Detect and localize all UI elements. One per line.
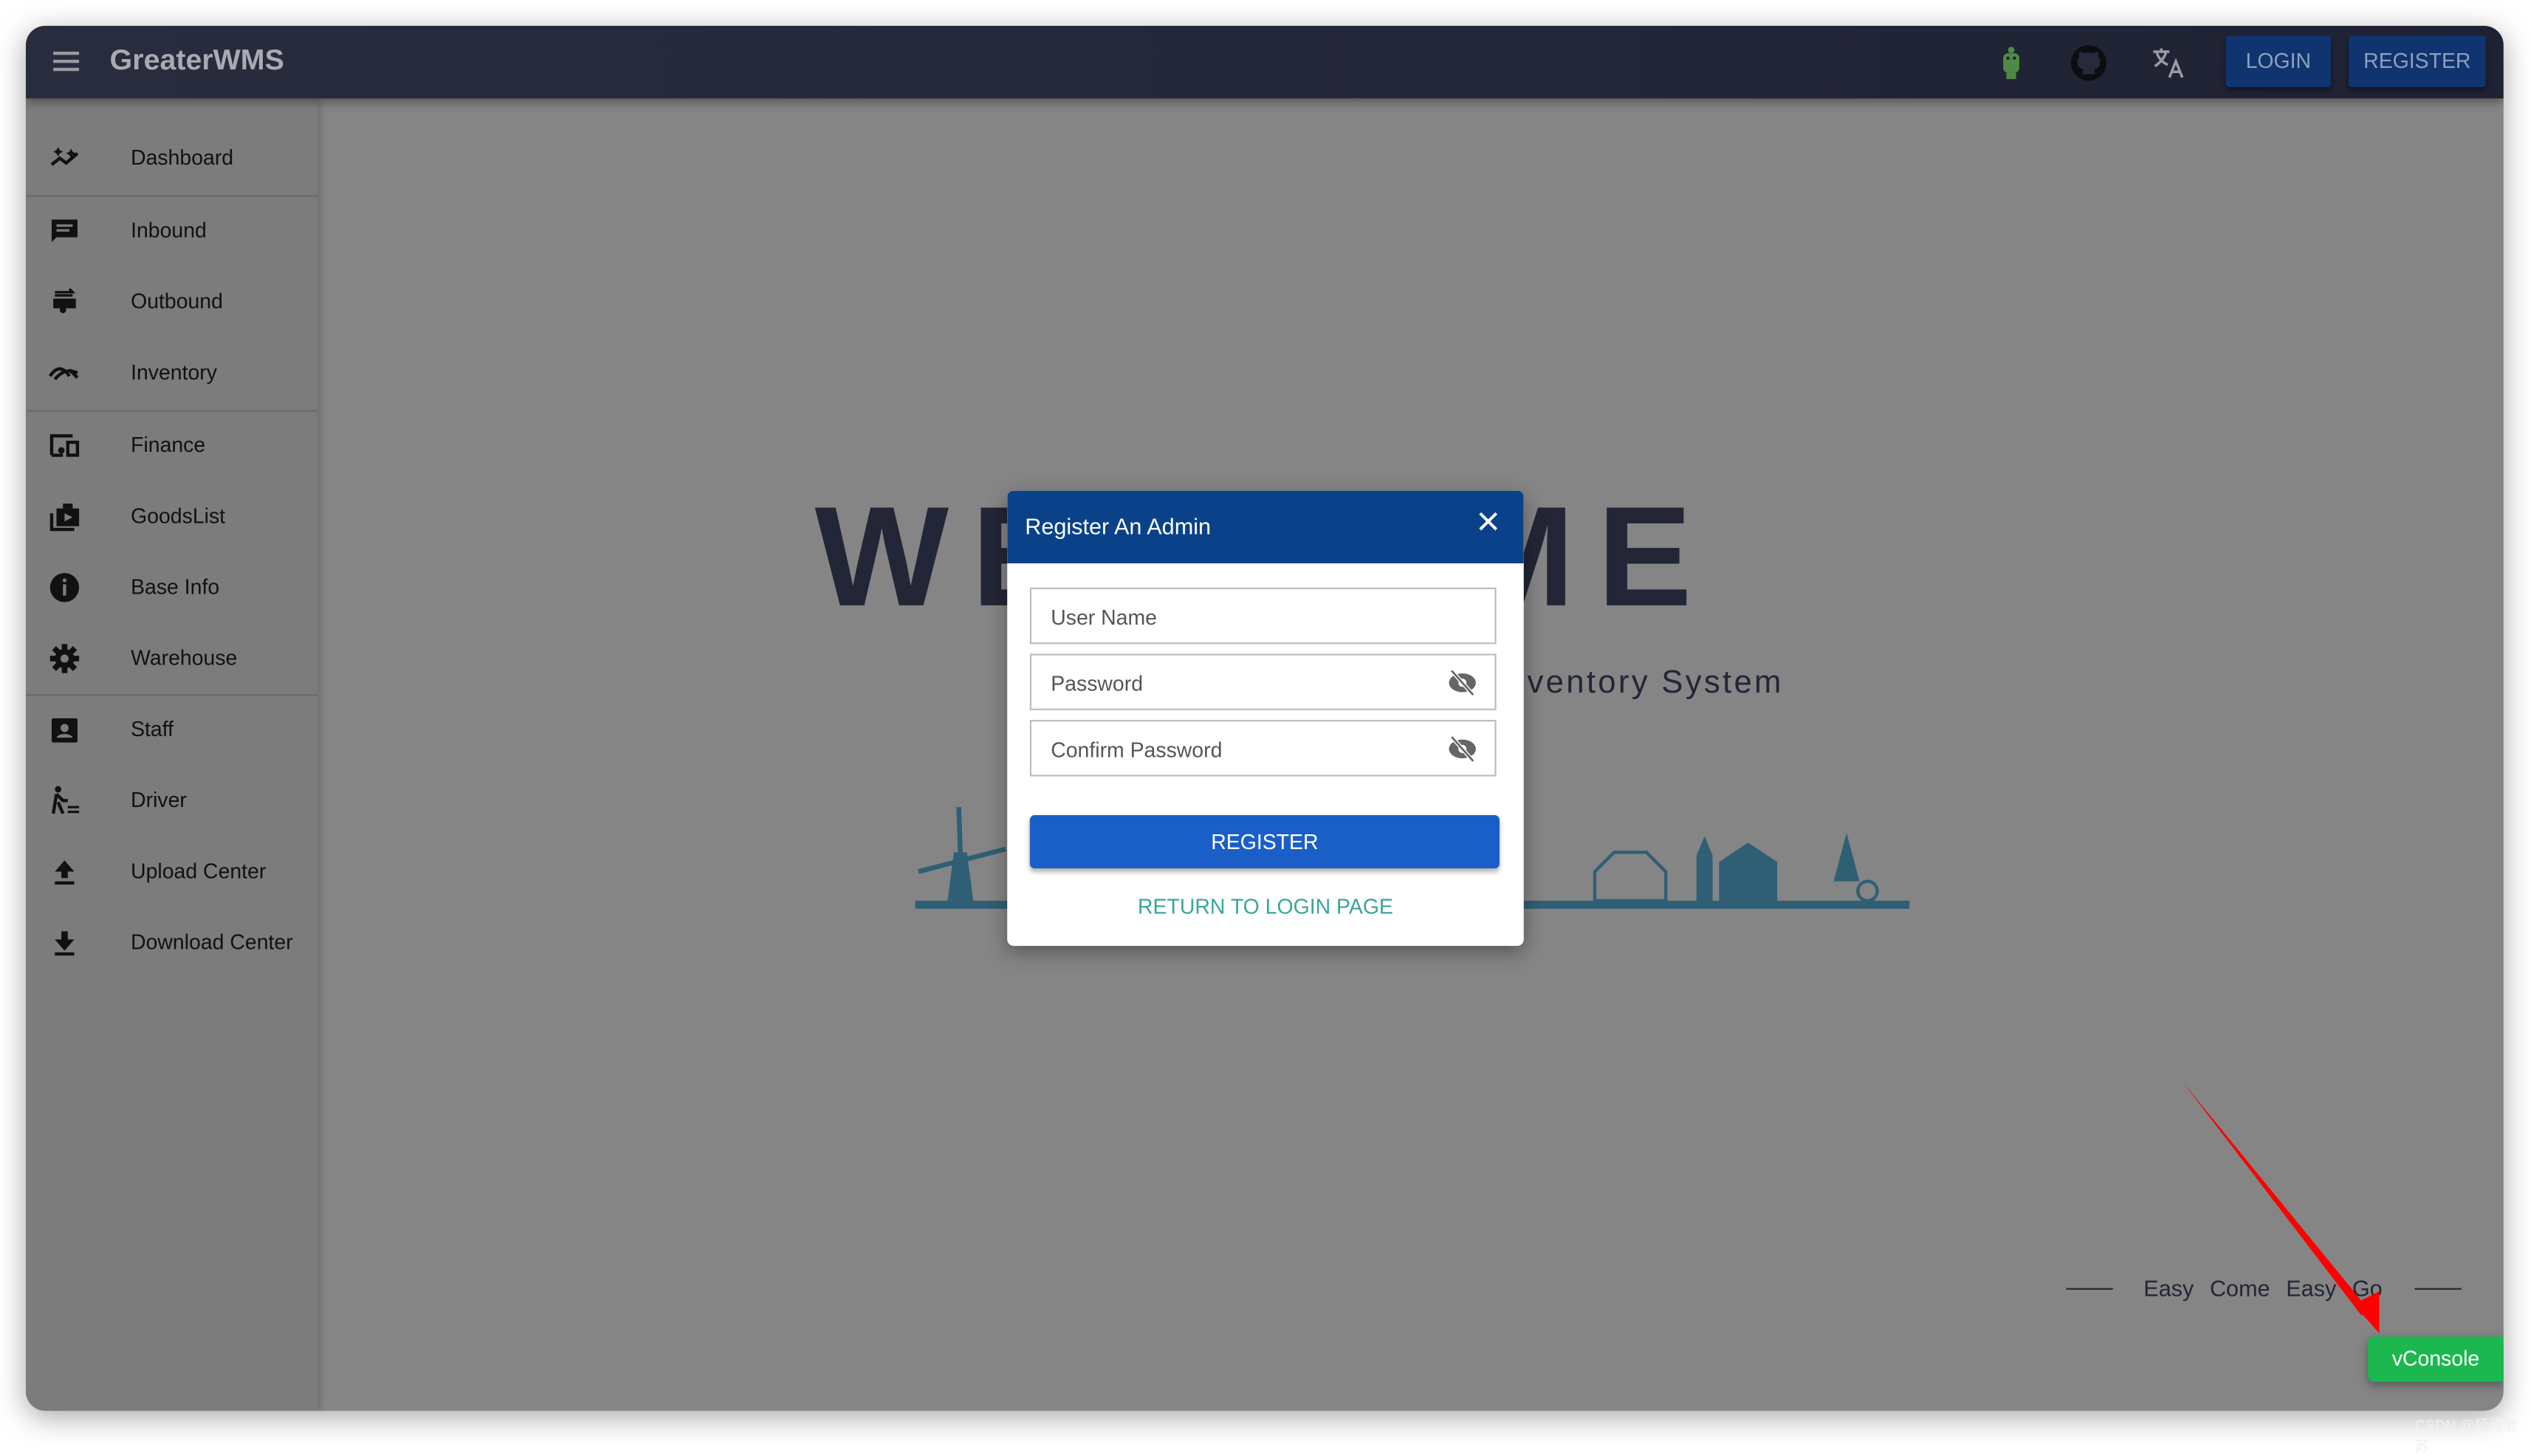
sidebar-divider (25, 410, 318, 412)
confirm-password-field (1029, 720, 1497, 778)
sidebar-item-label: Driver (131, 787, 187, 812)
watermark: CSDN @杨浦老苏 (2414, 1417, 2518, 1455)
footer-slogan: Easy Come Easy Go (2066, 1272, 2463, 1308)
sidebar-item-label: Staff (131, 716, 174, 741)
goods-icon (49, 504, 80, 532)
sidebar-divider (25, 694, 318, 696)
sidebar-item-upload-center[interactable]: Upload Center (26, 839, 318, 904)
return-to-login-link[interactable]: RETURN TO LOGIN PAGE (1007, 894, 1524, 918)
sidebar-item-label: Inventory (131, 360, 218, 385)
badge-icon (51, 718, 78, 743)
divider (2066, 1288, 2113, 1290)
register-admin-dialog: Register An Admin REGISTER RETURN TO LOG… (1007, 490, 1524, 947)
sidebar-item-label: Base Info (131, 574, 220, 600)
sidebar-item-driver[interactable]: Driver (26, 769, 318, 833)
confirm-password-input[interactable] (1047, 721, 1442, 778)
sidebar-item-dashboard[interactable]: Dashboard (26, 126, 318, 190)
welcome-subtitle: ventory System (1527, 665, 1784, 701)
sidebar-divider (25, 195, 318, 197)
dashboard-icon (50, 146, 79, 166)
info-icon (49, 573, 80, 602)
sidebar-item-warehouse[interactable]: Warehouse (26, 626, 318, 690)
inbound-icon (51, 219, 78, 242)
dialog-register-button[interactable]: REGISTER (1029, 815, 1500, 869)
sidebar-item-label: Download Center (131, 930, 293, 955)
upload-icon (55, 860, 75, 885)
sidebar-item-label: Finance (131, 432, 206, 457)
username-field (1029, 587, 1497, 646)
finance-icon (49, 434, 80, 457)
dialog-header: Register An Admin (1007, 490, 1524, 563)
top-bar: GreaterWMS LOGIN REGISTER (25, 25, 2504, 99)
close-icon[interactable] (1475, 509, 1501, 535)
divider (2414, 1288, 2462, 1290)
username-input[interactable] (1047, 588, 1442, 646)
inventory-icon (48, 367, 79, 381)
sidebar-item-finance[interactable]: Finance (26, 413, 318, 478)
gear-icon (49, 644, 80, 673)
github-icon[interactable] (2070, 44, 2108, 82)
register-button[interactable]: REGISTER (2348, 35, 2486, 88)
driver-icon (51, 786, 80, 814)
login-button[interactable]: LOGIN (2225, 35, 2331, 88)
download-icon (55, 931, 75, 956)
sidebar-item-label: GoodsList (131, 504, 226, 528)
vconsole-button[interactable]: vConsole (2368, 1336, 2504, 1382)
visibility-off-icon[interactable] (1446, 735, 1479, 763)
sidebar: Dashboard Inbound Outbound Inventory Finance… (25, 98, 318, 1411)
sidebar-item-label: Warehouse (131, 645, 238, 670)
sidebar-item-outbound[interactable]: Outbound (26, 269, 318, 334)
sidebar-item-label: Outbound (131, 289, 223, 314)
sidebar-item-download-center[interactable]: Download Center (26, 910, 318, 975)
android-icon[interactable] (1992, 44, 2030, 82)
dialog-title: Register An Admin (1025, 513, 1212, 540)
sidebar-item-staff[interactable]: Staff (26, 697, 318, 761)
sidebar-item-label: Upload Center (131, 859, 267, 883)
password-input[interactable] (1047, 655, 1442, 712)
sidebar-item-label: Inbound (131, 218, 207, 242)
sidebar-item-label: Dashboard (131, 145, 234, 170)
app-title: GreaterWMS (109, 44, 284, 76)
sidebar-item-inbound[interactable]: Inbound (26, 199, 318, 263)
sidebar-item-inventory[interactable]: Inventory (26, 340, 318, 405)
sidebar-item-goodslist[interactable]: GoodsList (26, 484, 318, 549)
outbound-icon (53, 288, 76, 314)
translate-icon[interactable] (2149, 44, 2187, 82)
password-field (1029, 653, 1497, 712)
sidebar-item-base-info[interactable]: Base Info (26, 555, 318, 619)
menu-icon[interactable] (53, 51, 80, 72)
visibility-off-icon[interactable] (1446, 668, 1479, 697)
